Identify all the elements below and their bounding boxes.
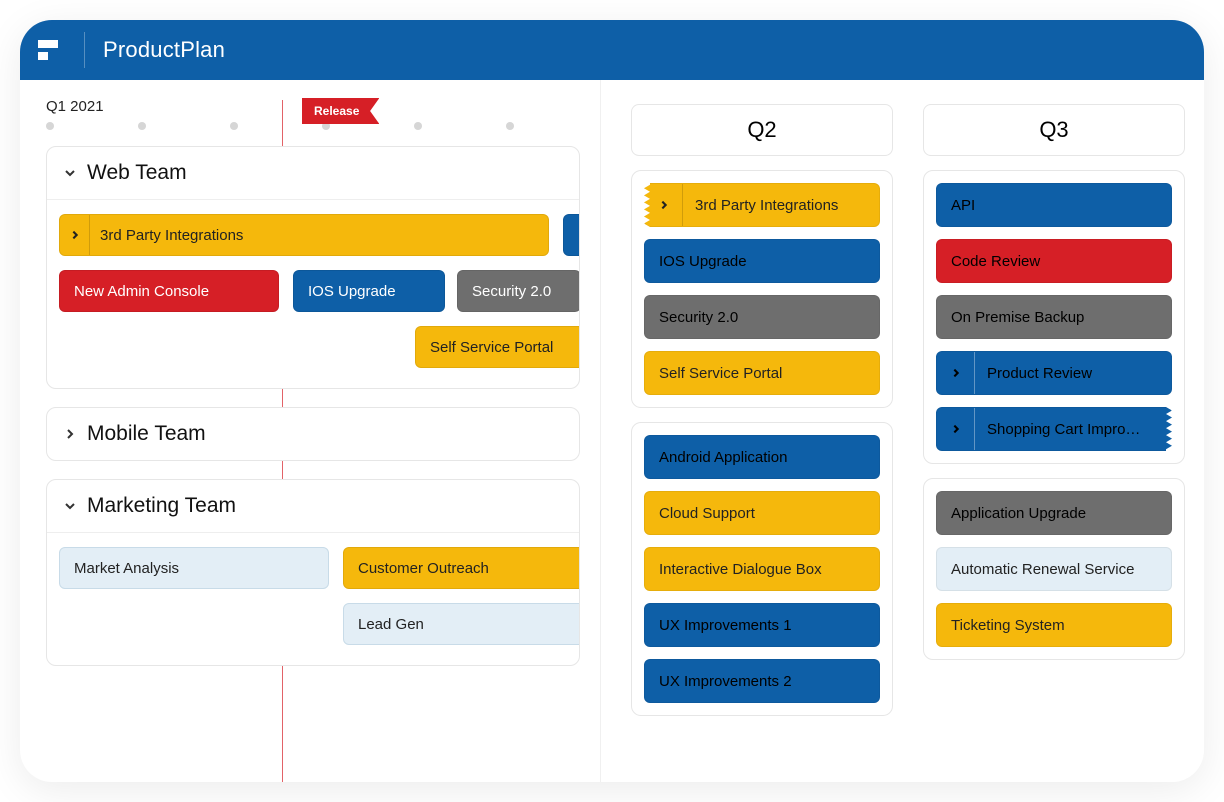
card-android-application[interactable]: Android Application [644,435,880,479]
lane-title-marketing: Marketing Team [87,494,236,518]
bar-label: Market Analysis [74,560,179,577]
card-label: IOS Upgrade [659,253,865,270]
card-label: UX Improvements 2 [659,673,865,690]
brand-title: ProductPlan [103,37,225,63]
lane-title-mobile: Mobile Team [87,422,206,446]
card-label: Application Upgrade [951,505,1157,522]
bar-label: Lead Gen [358,616,424,633]
board-column-q3: Q3 API Code Review On Premise Backup [923,104,1185,782]
column-header-q3: Q3 [923,104,1185,156]
bar-new-admin-console[interactable]: New Admin Console [59,270,279,312]
card-label: Security 2.0 [659,309,865,326]
timeline-header: Q1 2021 Release [46,98,600,134]
bar-label: Security 2.0 [472,283,551,300]
chevron-down-icon [63,166,77,180]
card-on-premise-backup[interactable]: On Premise Backup [936,295,1172,339]
card-label: Interactive Dialogue Box [659,561,865,578]
lane-body-marketing: Market Analysis Customer Outreach Lead G… [47,533,579,665]
bar-self-service-portal[interactable]: Self Service Portal [415,326,580,368]
board-group-q2-mobile: Android Application Cloud Support Intera… [631,422,893,716]
bar-market-analysis[interactable]: Market Analysis [59,547,329,589]
card-interactive-dialogue-box[interactable]: Interactive Dialogue Box [644,547,880,591]
chevron-right-icon [937,408,975,450]
card-ux-improvements-2[interactable]: UX Improvements 2 [644,659,880,703]
lane-body-web: 3rd Party Integrations New Admin Console [47,200,579,388]
card-cloud-support[interactable]: Cloud Support [644,491,880,535]
bar-label: IOS Upgrade [308,283,396,300]
bar-3rd-party-integrations[interactable]: 3rd Party Integrations [59,214,549,256]
bar-collapsed-blue[interactable] [563,214,580,256]
lane-header-mobile[interactable]: Mobile Team [47,408,579,460]
bar-ios-upgrade[interactable]: IOS Upgrade [293,270,445,312]
lane-marketing-team: Marketing Team Market Analysis Customer … [46,479,580,666]
board-group-q3-web: API Code Review On Premise Backup Produc… [923,170,1185,464]
bar-security-2[interactable]: Security 2.0 [457,270,580,312]
bar-label: Self Service Portal [430,339,553,356]
card-label: Cloud Support [659,505,865,522]
chevron-right-icon [579,228,580,242]
card-product-review[interactable]: Product Review [936,351,1172,395]
chevron-right-icon [63,427,77,441]
lane-header-marketing[interactable]: Marketing Team [47,480,579,533]
board-column-q2: Q2 3rd Party Integrations IOS Upgrade Se… [631,104,893,782]
timeline-label-q1: Q1 2021 [46,98,104,115]
card-3rd-party-integrations[interactable]: 3rd Party Integrations [644,183,880,227]
column-header-q2: Q2 [631,104,893,156]
card-label: 3rd Party Integrations [695,197,865,214]
card-label: Automatic Renewal Service [951,561,1157,578]
board-group-q2-web: 3rd Party Integrations IOS Upgrade Secur… [631,170,893,408]
board-panel: Q2 3rd Party Integrations IOS Upgrade Se… [600,80,1204,782]
card-label: Shopping Cart Impro… [987,421,1157,438]
card-label: Product Review [987,365,1157,382]
card-shopping-cart-improvements[interactable]: Shopping Cart Impro… [936,407,1172,451]
main-split: Q1 2021 Release Web Team [20,80,1204,782]
lane-web-team: Web Team 3rd Party Integrations [46,146,580,389]
topbar: ProductPlan [20,20,1204,80]
card-api[interactable]: API [936,183,1172,227]
bar-label: Customer Outreach [358,560,489,577]
card-label: API [951,197,1157,214]
chevron-right-icon [645,184,683,226]
logo-divider [84,32,85,68]
card-application-upgrade[interactable]: Application Upgrade [936,491,1172,535]
card-automatic-renewal-service[interactable]: Automatic Renewal Service [936,547,1172,591]
chevron-down-icon [63,499,77,513]
card-ux-improvements-1[interactable]: UX Improvements 1 [644,603,880,647]
card-code-review[interactable]: Code Review [936,239,1172,283]
card-label: Self Service Portal [659,365,865,382]
logo-icon [38,36,66,64]
app-window: ProductPlan Q1 2021 Release Web Team [20,20,1204,782]
card-label: UX Improvements 1 [659,617,865,634]
bar-customer-outreach[interactable]: Customer Outreach [343,547,580,589]
bar-label: New Admin Console [74,283,209,300]
timeline-panel: Q1 2021 Release Web Team [20,80,600,782]
release-marker[interactable]: Release [302,98,379,124]
chevron-right-icon [60,215,90,255]
card-self-service-portal[interactable]: Self Service Portal [644,351,880,395]
card-ticketing-system[interactable]: Ticketing System [936,603,1172,647]
card-label: On Premise Backup [951,309,1157,326]
bar-label: 3rd Party Integrations [100,227,243,244]
lane-mobile-team: Mobile Team [46,407,580,461]
bar-lead-gen[interactable]: Lead Gen [343,603,580,645]
lane-header-web[interactable]: Web Team [47,147,579,200]
board-group-q3-mobile: Application Upgrade Automatic Renewal Se… [923,478,1185,660]
card-label: Android Application [659,449,865,466]
card-ios-upgrade[interactable]: IOS Upgrade [644,239,880,283]
card-label: Ticketing System [951,617,1157,634]
lane-title-web: Web Team [87,161,187,185]
card-security-2[interactable]: Security 2.0 [644,295,880,339]
card-label: Code Review [951,253,1157,270]
chevron-right-icon [937,352,975,394]
